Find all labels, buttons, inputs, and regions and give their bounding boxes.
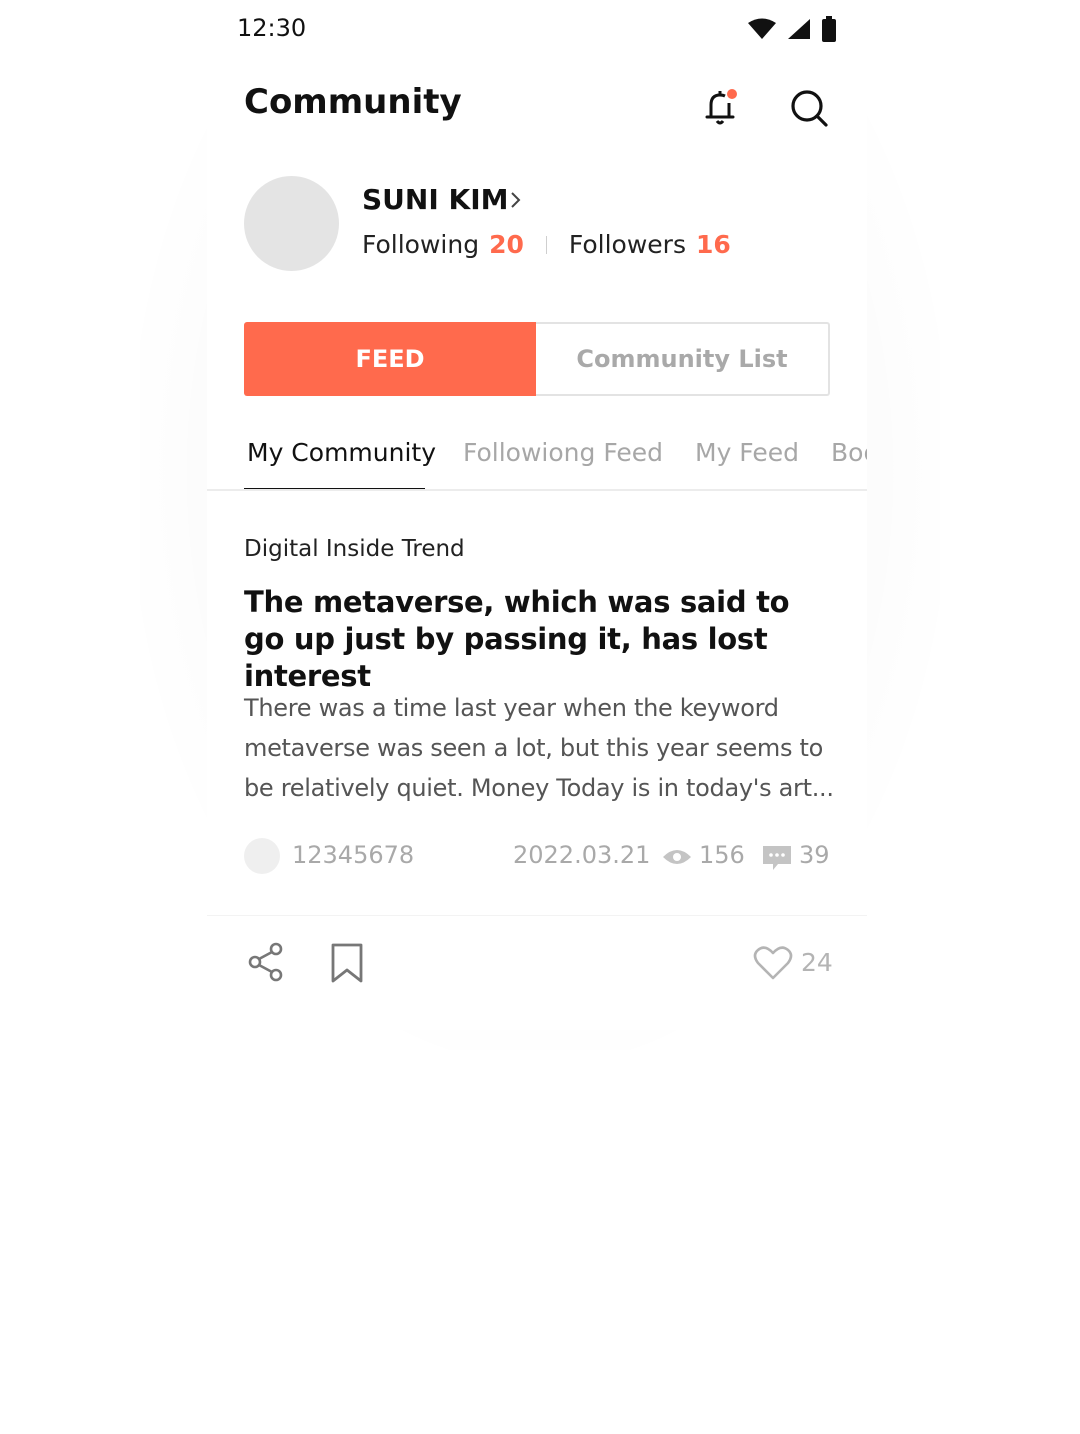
tab-bookmark[interactable]: Boo: [831, 438, 867, 467]
heart-icon[interactable]: [753, 945, 793, 981]
search-icon[interactable]: [789, 88, 829, 128]
active-tab-indicator: [244, 488, 425, 489]
following-count[interactable]: 20: [489, 230, 524, 259]
stats-divider: [545, 235, 547, 254]
tab-following-feed[interactable]: Followiong Feed: [463, 438, 663, 467]
following-label[interactable]: Following: [362, 230, 479, 259]
author-avatar: [244, 838, 280, 874]
follow-stats: Following 20 Followers 16: [362, 230, 731, 259]
article-meta: 12345678 2022.03.21 156 39: [244, 838, 834, 876]
article-title[interactable]: The metaverse, which was said to go up j…: [244, 584, 834, 695]
author-name: 12345678: [292, 841, 415, 869]
like-count: 24: [801, 948, 833, 977]
view-count: 156: [699, 841, 745, 869]
comment-icon: [763, 846, 791, 870]
battery-icon: [822, 16, 836, 42]
bookmark-icon[interactable]: [330, 943, 364, 983]
article-summary[interactable]: There was a time last year when the keyw…: [244, 688, 836, 808]
signal-icon: [788, 19, 810, 39]
action-bar: 24: [207, 915, 867, 1030]
status-time: 12:30: [237, 14, 307, 42]
article-date: 2022.03.21: [513, 841, 651, 869]
followers-label[interactable]: Followers: [569, 230, 686, 259]
tab-my-community[interactable]: My Community: [247, 438, 436, 467]
share-icon[interactable]: [247, 942, 285, 982]
chevron-right-icon[interactable]: [507, 188, 525, 212]
wifi-icon: [748, 18, 776, 39]
eye-icon: [663, 850, 691, 864]
status-icons: [747, 16, 837, 42]
article-category[interactable]: Digital Inside Trend: [244, 536, 465, 562]
phone-screen: 12:30 Community SUNI KIM Following 20 Fo…: [207, 0, 867, 1030]
followers-count[interactable]: 16: [696, 230, 731, 259]
feed-segmented-control: FEED Community List: [244, 322, 830, 396]
comment-count: 39: [799, 841, 830, 869]
bell-icon[interactable]: [699, 86, 741, 128]
community-list-tab-button[interactable]: Community List: [536, 322, 830, 396]
avatar[interactable]: [244, 176, 339, 271]
page-title: Community: [244, 82, 462, 122]
tab-my-feed[interactable]: My Feed: [695, 438, 799, 467]
sub-tabs: My Community Followiong Feed My Feed Boo: [207, 420, 867, 491]
profile-name[interactable]: SUNI KIM: [362, 183, 508, 216]
feed-tab-button[interactable]: FEED: [244, 322, 536, 396]
